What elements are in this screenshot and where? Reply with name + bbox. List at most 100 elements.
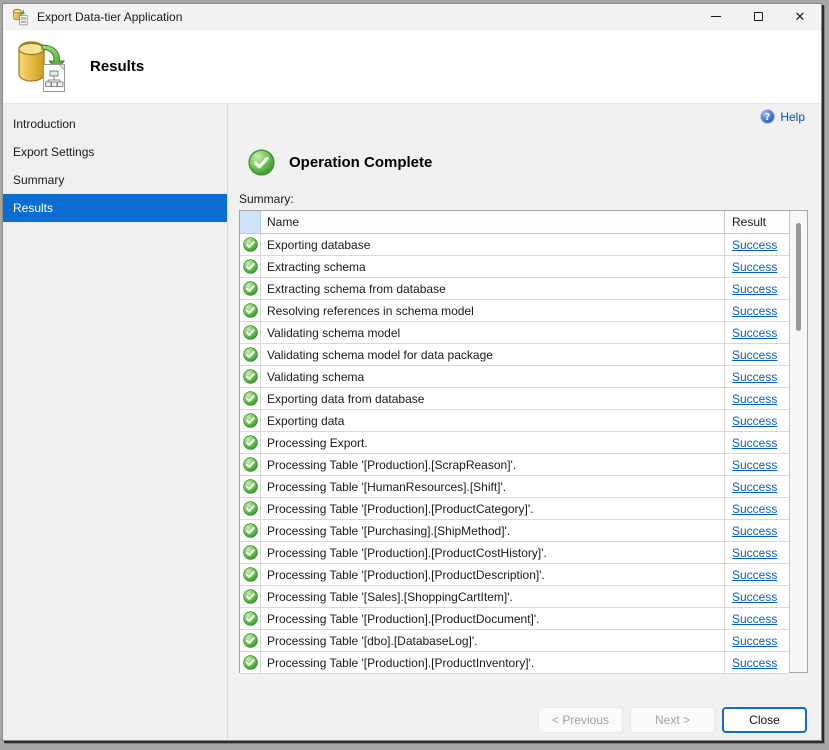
success-link[interactable]: Success [732, 326, 777, 340]
success-link[interactable]: Success [732, 238, 777, 252]
next-button[interactable]: Next > [630, 707, 715, 733]
success-icon [243, 479, 258, 494]
success-icon [243, 281, 258, 296]
close-window-button[interactable]: ✕ [779, 4, 821, 29]
results-page: ? Help Operation Complete Summary: [228, 104, 821, 740]
step-name: Validating schema model for data package [261, 344, 724, 365]
success-link[interactable]: Success [732, 634, 777, 648]
step-name: Processing Table '[Production].[ProductI… [261, 652, 724, 673]
svg-text:?: ? [765, 112, 771, 123]
success-icon [243, 545, 258, 560]
table-row[interactable]: Validating schema model for data package… [240, 344, 789, 366]
results-table-header: Name Result [240, 211, 789, 234]
step-name: Processing Table '[Purchasing].[ShipMeth… [261, 520, 724, 541]
step-name: Exporting data from database [261, 388, 724, 409]
table-row[interactable]: Processing Table '[Production].[ScrapRea… [240, 454, 789, 476]
success-link[interactable]: Success [732, 414, 777, 428]
step-name: Validating schema [261, 366, 724, 387]
success-link[interactable]: Success [732, 568, 777, 582]
success-icon [243, 655, 258, 670]
success-link[interactable]: Success [732, 480, 777, 494]
success-icon [243, 611, 258, 626]
success-link[interactable]: Success [732, 612, 777, 626]
help-icon: ? [760, 109, 775, 124]
table-row[interactable]: Validating schema model Success [240, 322, 789, 344]
result-column-header[interactable]: Result [724, 211, 789, 233]
table-row[interactable]: Processing Table '[Production].[ProductC… [240, 498, 789, 520]
previous-button[interactable]: < Previous [538, 707, 623, 733]
step-name: Processing Table '[Production].[ScrapRea… [261, 454, 724, 475]
summary-label: Summary: [239, 192, 294, 206]
table-row[interactable]: Processing Table '[Production].[ProductD… [240, 608, 789, 630]
table-row[interactable]: Processing Table '[Production].[ProductD… [240, 564, 789, 586]
success-link[interactable]: Success [732, 260, 777, 274]
close-button[interactable]: Close [722, 707, 807, 733]
step-name: Processing Table '[Production].[ProductD… [261, 608, 724, 629]
success-link[interactable]: Success [732, 458, 777, 472]
success-icon [243, 237, 258, 252]
icon-column-header[interactable] [240, 211, 261, 233]
table-row[interactable]: Resolving references in schema model Suc… [240, 300, 789, 322]
success-link[interactable]: Success [732, 304, 777, 318]
table-row[interactable]: Extracting schema from database Success [240, 278, 789, 300]
success-icon [243, 259, 258, 274]
table-row[interactable]: Processing Table '[Production].[ProductI… [240, 652, 789, 674]
table-row[interactable]: Exporting data Success [240, 410, 789, 432]
help-label: Help [780, 110, 805, 124]
wizard-header: Results [3, 30, 821, 104]
step-name: Resolving references in schema model [261, 300, 724, 321]
success-link[interactable]: Success [732, 656, 777, 670]
step-name: Processing Table '[Production].[ProductC… [261, 542, 724, 563]
success-link[interactable]: Success [732, 348, 777, 362]
table-row[interactable]: Extracting schema Success [240, 256, 789, 278]
table-row[interactable]: Exporting database Success [240, 234, 789, 256]
success-link[interactable]: Success [732, 392, 777, 406]
step-name: Extracting schema from database [261, 278, 724, 299]
success-link[interactable]: Success [732, 502, 777, 516]
success-icon [243, 457, 258, 472]
success-link[interactable]: Success [732, 546, 777, 560]
step-name: Processing Table '[Production].[ProductD… [261, 564, 724, 585]
export-dac-icon [12, 38, 70, 96]
help-link[interactable]: ? Help [760, 109, 805, 124]
success-icon [243, 325, 258, 340]
success-link[interactable]: Success [732, 590, 777, 604]
step-name: Exporting data [261, 410, 724, 431]
step-name: Processing Table '[dbo].[DatabaseLog]'. [261, 630, 724, 651]
maximize-icon [754, 12, 763, 21]
table-row[interactable]: Processing Table '[Sales].[ShoppingCartI… [240, 586, 789, 608]
table-row[interactable]: Processing Table '[Purchasing].[ShipMeth… [240, 520, 789, 542]
name-column-header[interactable]: Name [261, 211, 724, 233]
maximize-button[interactable] [737, 4, 779, 29]
sidebar-item-export-settings[interactable]: Export Settings [3, 138, 227, 166]
table-row[interactable]: Processing Table '[dbo].[DatabaseLog]'. … [240, 630, 789, 652]
title-bar: Export Data-tier Application ✕ [3, 4, 821, 30]
sidebar-item-introduction[interactable]: Introduction [3, 110, 227, 138]
step-name: Processing Table '[Sales].[ShoppingCartI… [261, 586, 724, 607]
table-row[interactable]: Processing Table '[Production].[ProductC… [240, 542, 789, 564]
success-icon [243, 347, 258, 362]
operation-success-icon [248, 149, 275, 176]
table-body: Exporting database Success Extracting sc… [240, 234, 789, 674]
success-icon [243, 523, 258, 538]
minimize-icon [711, 16, 721, 17]
success-link[interactable]: Success [732, 524, 777, 538]
scrollbar-thumb[interactable] [796, 223, 801, 331]
success-link[interactable]: Success [732, 282, 777, 296]
vertical-scrollbar[interactable] [789, 211, 807, 672]
success-link[interactable]: Success [732, 436, 777, 450]
window-title: Export Data-tier Application [37, 10, 182, 24]
table-row[interactable]: Validating schema Success [240, 366, 789, 388]
success-link[interactable]: Success [732, 370, 777, 384]
table-row[interactable]: Processing Export. Success [240, 432, 789, 454]
table-row[interactable]: Exporting data from database Success [240, 388, 789, 410]
sidebar-item-results[interactable]: Results [3, 194, 227, 222]
step-name: Processing Table '[Production].[ProductC… [261, 498, 724, 519]
step-name: Processing Table '[HumanResources].[Shif… [261, 476, 724, 497]
table-row[interactable]: Processing Table '[HumanResources].[Shif… [240, 476, 789, 498]
minimize-button[interactable] [695, 4, 737, 29]
step-name: Validating schema model [261, 322, 724, 343]
sidebar-item-summary[interactable]: Summary [3, 166, 227, 194]
success-icon [243, 435, 258, 450]
success-icon [243, 589, 258, 604]
